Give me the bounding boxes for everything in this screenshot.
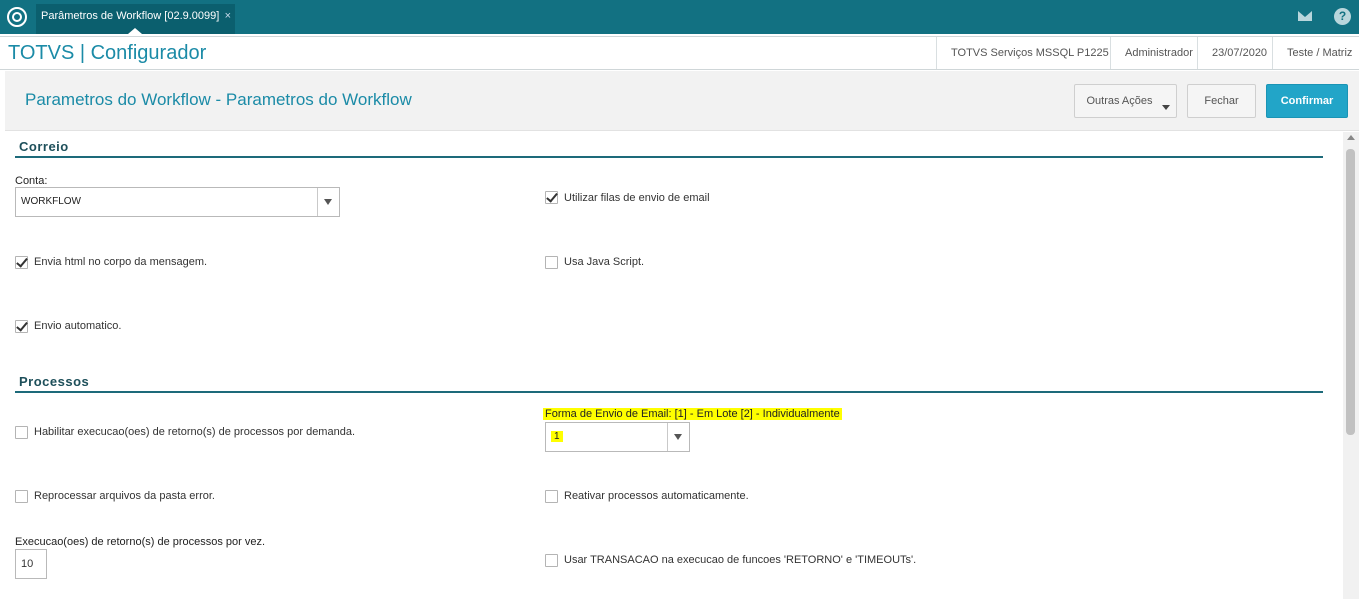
execucoes-input[interactable]: 10: [15, 549, 47, 579]
app-title: TOTVS | Configurador: [8, 42, 207, 64]
filas-envio-checkbox[interactable]: [545, 191, 558, 204]
vertical-scrollbar[interactable]: [1343, 132, 1359, 599]
java-script-checkbox[interactable]: [545, 256, 558, 269]
usar-transacao-checkbox[interactable]: [545, 554, 558, 567]
habilitar-execucao-label: Habilitar execucao(oes) de retorno(s) de…: [34, 426, 355, 438]
active-tab-indicator: [128, 28, 142, 34]
top-bar: Parâmetros de Workflow [02.9.0099] × ?: [0, 0, 1359, 34]
tab-parametros-workflow[interactable]: Parâmetros de Workflow [02.9.0099] ×: [36, 4, 235, 34]
execucoes-value: 10: [21, 558, 34, 570]
outras-acoes-button[interactable]: Outras Ações: [1074, 84, 1177, 118]
company-info: Teste / Matriz: [1272, 37, 1359, 69]
page-title: Parametros do Workflow - Parametros do W…: [25, 90, 412, 109]
forma-envio-select[interactable]: 1: [545, 422, 690, 452]
confirmar-button[interactable]: Confirmar: [1266, 84, 1348, 118]
java-script-label: Usa Java Script.: [564, 256, 645, 268]
usar-transacao-label: Usar TRANSACAO na execucao de funcoes 'R…: [564, 554, 917, 566]
chevron-down-icon[interactable]: [317, 188, 339, 216]
user-info: Administrador: [1110, 37, 1197, 69]
chevron-down-icon[interactable]: [667, 423, 689, 451]
tab-label: Parâmetros de Workflow [02.9.0099]: [41, 10, 220, 22]
scroll-up-icon[interactable]: [1347, 135, 1355, 140]
section-divider: [15, 391, 1323, 393]
form-content: Correio Conta: WORKFLOW Utilizar filas d…: [0, 132, 1343, 599]
mail-icon[interactable]: [1298, 11, 1312, 21]
app-header: TOTVS | Configurador TOTVS Serviços MSSQ…: [0, 36, 1359, 70]
filas-envio-label: Utilizar filas de envio de email: [564, 192, 710, 204]
totvs-logo-icon[interactable]: [7, 7, 27, 27]
envia-html-label: Envia html no corpo da mensagem.: [34, 256, 208, 268]
date-info: 23/07/2020: [1197, 37, 1273, 69]
habilitar-execucao-checkbox[interactable]: [15, 426, 28, 439]
forma-envio-label: Forma de Envio de Email: [1] - Em Lote […: [543, 408, 842, 420]
help-icon[interactable]: ?: [1334, 8, 1351, 25]
environment-info: TOTVS Serviços MSSQL P1225: [936, 37, 1111, 69]
reativar-label: Reativar processos automaticamente.: [564, 490, 749, 502]
reprocessar-label: Reprocessar arquivos da pasta error.: [34, 490, 215, 502]
fechar-button[interactable]: Fechar: [1187, 84, 1256, 118]
execucoes-label: Execucao(oes) de retorno(s) de processos…: [15, 536, 266, 548]
section-title-correio: Correio: [19, 139, 69, 154]
reativar-checkbox[interactable]: [545, 490, 558, 503]
scroll-thumb[interactable]: [1346, 149, 1355, 435]
forma-envio-value: 1: [551, 431, 563, 442]
envio-automatico-checkbox[interactable]: [15, 320, 28, 333]
section-title-processos: Processos: [19, 374, 90, 389]
tab-close-icon[interactable]: ×: [225, 4, 231, 28]
conta-select[interactable]: WORKFLOW: [15, 187, 340, 217]
page-header: Parametros do Workflow - Parametros do W…: [5, 71, 1359, 131]
conta-label: Conta:: [15, 175, 48, 187]
envia-html-checkbox[interactable]: [15, 256, 28, 269]
conta-value: WORKFLOW: [21, 196, 81, 207]
section-divider: [15, 156, 1323, 158]
outras-acoes-label: Outras Ações: [1086, 95, 1153, 107]
reprocessar-checkbox[interactable]: [15, 490, 28, 503]
envio-automatico-label: Envio automatico.: [34, 320, 122, 332]
chevron-down-icon: [1162, 105, 1170, 110]
